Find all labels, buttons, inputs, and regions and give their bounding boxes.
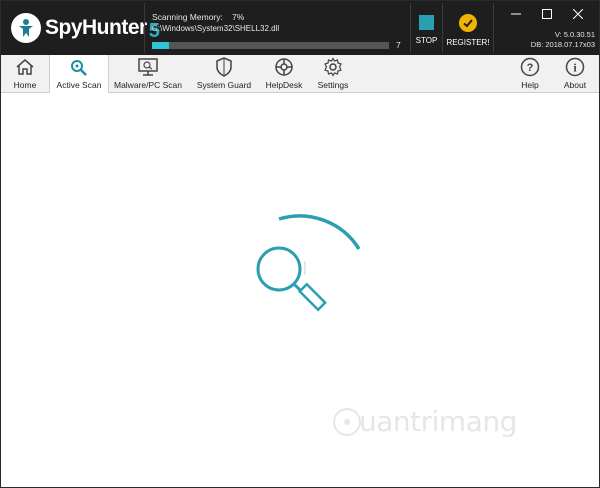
scan-status-line: Scanning Memory: 7% <box>152 12 244 22</box>
gear-icon <box>324 57 342 77</box>
tab-system-guard[interactable]: System Guard <box>191 55 257 93</box>
maximize-icon <box>542 9 552 19</box>
version-info: V: 5.0.30.51 DB: 2018.07.17x03 <box>501 30 595 50</box>
stop-label: STOP <box>415 36 438 45</box>
app-version: V: 5.0.30.51 <box>554 30 595 39</box>
maximize-button[interactable] <box>532 4 562 24</box>
scan-current-file: C:\Windows\System32\SHELL32.dll <box>152 24 280 33</box>
tab-home[interactable]: Home <box>6 55 44 93</box>
scan-progress-bar <box>152 42 389 49</box>
scan-percent: 7% <box>232 12 245 22</box>
tab-active-scan[interactable]: Active Scan <box>49 55 109 94</box>
scan-label: Scanning Memory: <box>152 12 223 22</box>
monitor-scan-icon <box>138 58 158 76</box>
watermark-logo-icon <box>333 407 361 436</box>
app-logo: SpyHunter 5 <box>11 11 160 45</box>
scan-status-panel: Scanning Memory: 7% C:\Windows\System32\… <box>144 3 410 53</box>
shield-icon <box>216 57 232 77</box>
main-toolbar: Home Active Scan Malware/PC Scan System … <box>1 55 599 94</box>
info-icon: i <box>565 57 585 77</box>
app-name: SpyHunter <box>45 16 147 39</box>
tab-system-guard-label: System Guard <box>196 80 252 90</box>
question-icon: ? <box>520 57 540 77</box>
magnifier-icon <box>71 60 87 76</box>
close-icon <box>573 9 583 19</box>
scanning-spinner <box>241 211 371 326</box>
stop-icon <box>419 15 434 30</box>
watermark: uantrimang <box>333 405 517 438</box>
checkmark-icon <box>459 14 477 32</box>
tab-malware-scan[interactable]: Malware/PC Scan <box>111 55 185 93</box>
svg-text:?: ? <box>527 62 534 74</box>
about-label: About <box>563 80 587 90</box>
tab-settings-label: Settings <box>317 80 349 90</box>
lifebuoy-icon <box>275 58 293 76</box>
about-button[interactable]: i About <box>557 55 593 93</box>
scanning-magnifier-icon <box>256 214 361 312</box>
watermark-text: uantrimang <box>359 405 517 438</box>
spyhunter-window: SpyHunter 5 Scanning Memory: 7% C:\Windo… <box>0 0 600 488</box>
tab-home-label: Home <box>13 80 37 90</box>
tab-malware-scan-label: Malware/PC Scan <box>113 80 183 90</box>
tab-helpdesk[interactable]: HelpDesk <box>260 55 308 93</box>
scan-count: 7 <box>396 40 401 50</box>
spyhunter-logo-icon <box>11 13 41 43</box>
register-label: REGISTER! <box>446 38 490 47</box>
minimize-icon <box>511 13 521 15</box>
home-icon <box>16 59 34 75</box>
active-scan-content: uantrimang <box>1 93 599 487</box>
title-bar: SpyHunter 5 Scanning Memory: 7% C:\Windo… <box>1 1 599 55</box>
help-label: Help <box>521 80 539 90</box>
tab-active-scan-label: Active Scan <box>56 80 102 90</box>
stop-button[interactable]: STOP <box>410 3 442 53</box>
scan-progress-fill <box>152 42 169 49</box>
register-button[interactable]: REGISTER! <box>442 3 494 53</box>
svg-text:i: i <box>573 61 577 75</box>
help-button[interactable]: ? Help <box>513 55 547 93</box>
tab-settings[interactable]: Settings <box>312 55 354 93</box>
close-button[interactable] <box>563 4 593 24</box>
tab-helpdesk-label: HelpDesk <box>265 80 303 90</box>
minimize-button[interactable] <box>501 4 531 24</box>
db-version: DB: 2018.07.17x03 <box>530 40 595 49</box>
